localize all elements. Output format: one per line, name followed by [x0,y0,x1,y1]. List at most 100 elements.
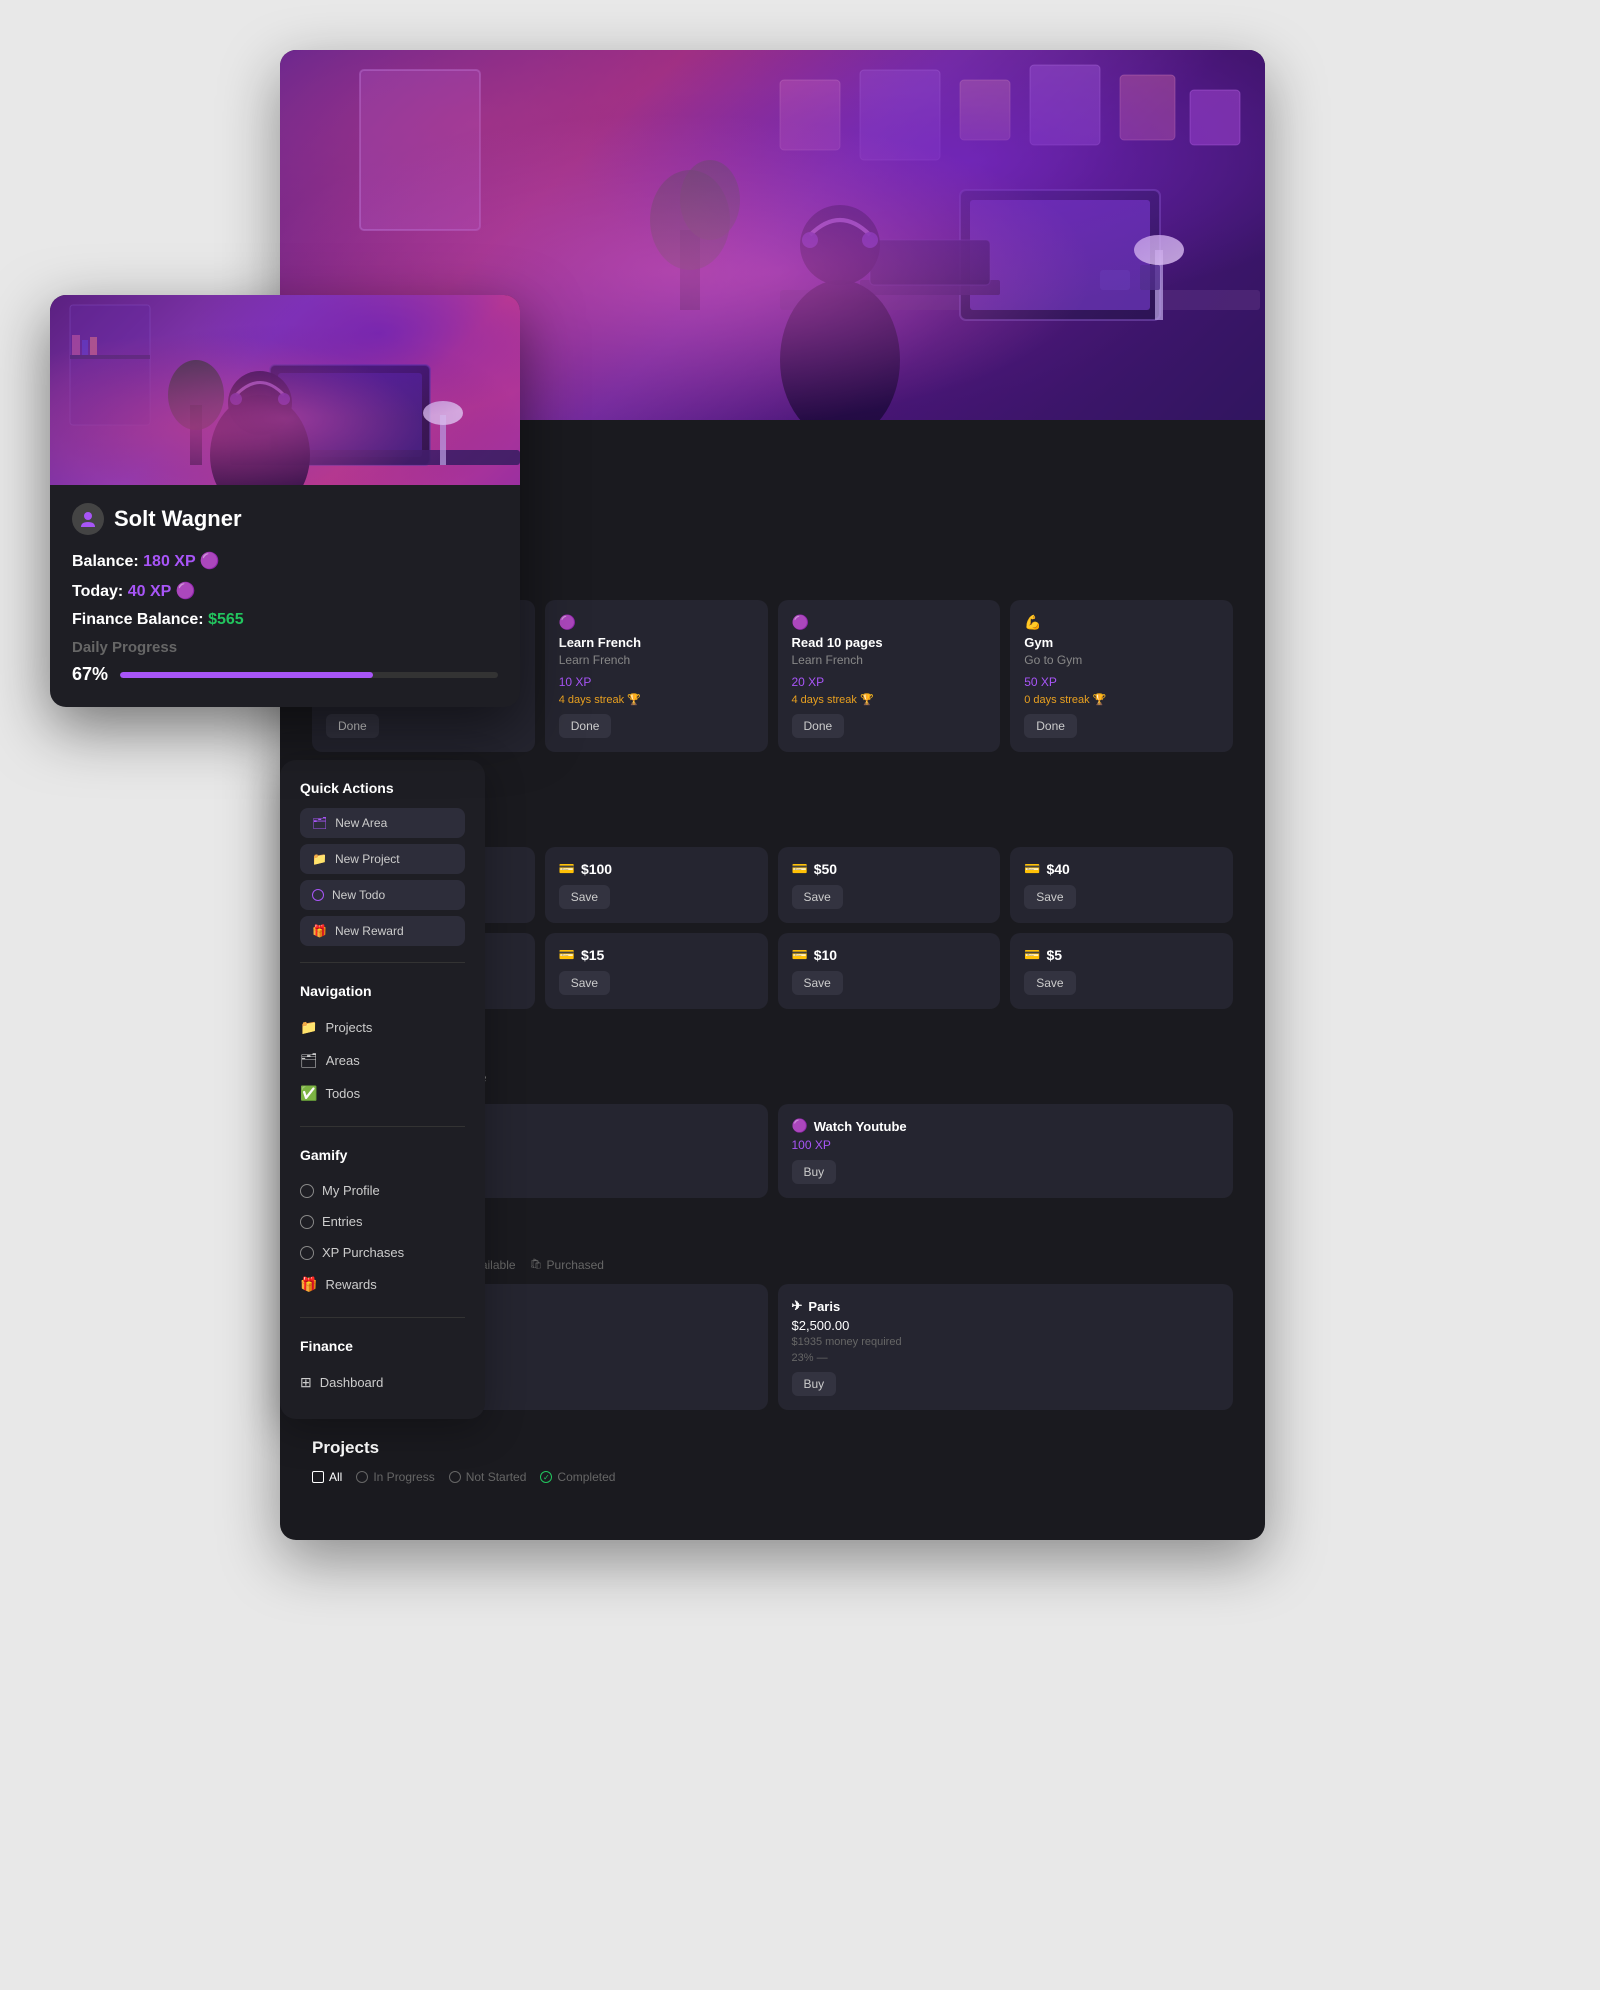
progress-bar [120,672,498,678]
money-card-7: 💳 $10 Save [778,933,1001,1009]
nav-dashboard[interactable]: ⊞ Dashboard [300,1366,465,1399]
navigation-section: Navigation 📁 Projects 🗂 Areas ✅ Todos [300,983,465,1110]
nav-xp-purchases[interactable]: XP Purchases [300,1237,465,1268]
todo-sub-3: Learn French [792,653,987,667]
new-todo-button[interactable]: New Todo [300,880,465,910]
dashboard-nav-icon: ⊞ [300,1374,312,1391]
tab-not-started[interactable]: Not Started [449,1470,527,1484]
todo-streak-4: 0 days streak 🏆 [1024,693,1219,706]
todo-card-4: 💪 Gym Go to Gym 50 XP 0 days streak 🏆 Do… [1010,600,1233,752]
mini-profile-card: Solt Wagner Balance: 180 XP 🟣 Today: 40 … [50,295,520,707]
tab-purchased-goals[interactable]: 🛍 Purchased [530,1258,604,1272]
finance-title: Finance [300,1338,465,1354]
money-card-2: 💳 $100 Save [545,847,768,923]
money-icon-4: 💳 [1024,861,1040,877]
save-btn-3[interactable]: Save [792,885,843,909]
save-btn-4[interactable]: Save [1024,885,1075,909]
tab-in-progress[interactable]: In Progress [356,1470,434,1484]
goal-icon-2: ✈ [792,1298,803,1314]
money-card-8: 💳 $5 Save [1010,933,1233,1009]
money-icon-6: 💳 [559,947,575,963]
nav-my-profile[interactable]: My Profile [300,1175,465,1206]
save-btn-2[interactable]: Save [559,885,610,909]
todo-done-btn-2[interactable]: Done [559,714,612,738]
money-amount-6: 💳 $15 [559,947,754,963]
rewards-nav-icon: 🎁 [300,1276,317,1293]
todos-nav-icon: ✅ [300,1085,317,1102]
goal-title-2: ✈ Paris [792,1298,1220,1314]
finance-section: Finance ⊞ Dashboard [300,1338,465,1399]
avatar [72,503,104,535]
nav-projects[interactable]: 📁 Projects [300,1011,465,1044]
divider-1 [300,962,465,963]
reward-icon-2: 🟣 [792,1118,808,1134]
money-amount-3: 💳 $50 [792,861,987,877]
money-amount-2: 💳 $100 [559,861,754,877]
projects-nav-icon: 📁 [300,1019,317,1036]
todo-card-2: 🟣 Learn French Learn French 10 XP 4 days… [545,600,768,752]
reward-icon: 🎁 [312,924,327,938]
nav-todos[interactable]: ✅ Todos [300,1077,465,1110]
not-started-circle [449,1471,461,1483]
money-amount-7: 💳 $10 [792,947,987,963]
todo-icon-4: 💪 [1024,614,1219,631]
money-card-4: 💳 $40 Save [1010,847,1233,923]
mini-hero-banner [50,295,520,485]
tab-completed-projects[interactable]: ✓ Completed [540,1470,615,1484]
progress-pct: 67% [72,664,108,685]
todo-card-3: 🟣 Read 10 pages Learn French 20 XP 4 day… [778,600,1001,752]
todo-title-3: Read 10 pages [792,635,987,650]
money-icon-2: 💳 [559,861,575,877]
money-icon-3: 💳 [792,861,808,877]
balance-row: Balance: 180 XP 🟣 [72,551,498,571]
todo-title-2: Learn French [559,635,754,650]
todo-icon-2: 🟣 [559,614,754,631]
nav-rewards[interactable]: 🎁 Rewards [300,1268,465,1301]
shop-icon: 🛍 [530,1259,542,1271]
new-project-button[interactable]: 📁 New Project [300,844,465,874]
projects-title: Projects [312,1438,1233,1458]
todo-icon-3: 🟣 [792,614,987,631]
save-btn-8[interactable]: Save [1024,971,1075,995]
nav-areas[interactable]: 🗂 Areas [300,1044,465,1077]
tab-all-projects[interactable]: All [312,1470,342,1484]
new-reward-button[interactable]: 🎁 New Reward [300,916,465,946]
todo-sub-2: Learn French [559,653,754,667]
reward-xp-2: 100 XP [792,1138,1220,1152]
today-row: Today: 40 XP 🟣 [72,581,498,601]
money-card-6: 💳 $15 Save [545,933,768,1009]
areas-nav-icon: 🗂 [300,1052,318,1069]
navigation-title: Navigation [300,983,465,999]
sidebar-panel: Quick Actions 🗂 New Area 📁 New Project N… [280,760,485,1419]
reward-title-2: 🟣 Watch Youtube [792,1118,1220,1134]
goal-buy-btn-2[interactable]: Buy [792,1372,837,1396]
goal-card-2: ✈ Paris $2,500.00 $1935 money required 2… [778,1284,1234,1410]
new-area-button[interactable]: 🗂 New Area [300,808,465,838]
grid-icon-projects [312,1471,324,1483]
todo-xp-4: 50 XP [1024,675,1219,689]
projects-section: Projects All In Progress Not Started ✓ C… [312,1438,1233,1484]
goal-required-2: $1935 money required [792,1336,1220,1348]
todo-xp-2: 10 XP [559,675,754,689]
save-btn-6[interactable]: Save [559,971,610,995]
todo-icon [312,889,324,901]
completed-check-projects: ✓ [540,1471,552,1483]
gamify-section: Gamify My Profile Entries XP Purchases 🎁… [300,1147,465,1301]
todo-done-btn-4[interactable]: Done [1024,714,1077,738]
nav-entries[interactable]: Entries [300,1206,465,1237]
daily-progress-label: Daily Progress [72,639,498,656]
reward-buy-btn-2[interactable]: Buy [792,1160,837,1184]
todo-title-4: Gym [1024,635,1219,650]
area-icon: 🗂 [312,816,327,830]
entries-nav-icon [300,1215,314,1229]
todo-done-btn-1[interactable]: Done [326,714,379,738]
reward-card-2: 🟣 Watch Youtube 100 XP Buy [778,1104,1234,1198]
save-btn-7[interactable]: Save [792,971,843,995]
divider-2 [300,1126,465,1127]
gamify-title: Gamify [300,1147,465,1163]
todo-done-btn-3[interactable]: Done [792,714,845,738]
profile-name: Solt Wagner [114,506,242,532]
projects-tabs: All In Progress Not Started ✓ Completed [312,1470,1233,1484]
xp-nav-icon [300,1246,314,1260]
profile-name-row: Solt Wagner [72,503,498,535]
